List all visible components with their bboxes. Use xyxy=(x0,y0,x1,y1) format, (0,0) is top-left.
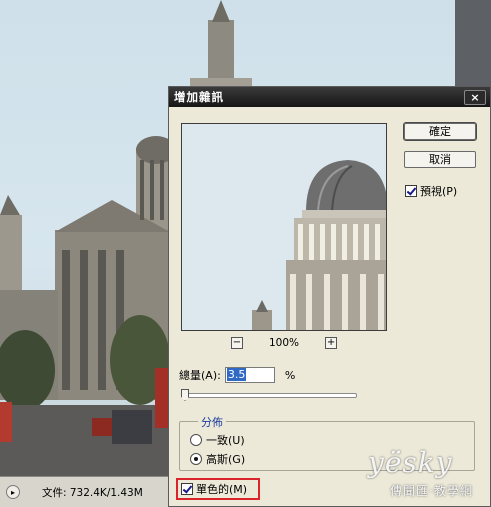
document-size-info: 文件: 732.4K/1.43M xyxy=(42,486,143,499)
close-button[interactable]: × xyxy=(464,89,486,105)
watermark-subtitle: 傳聞匯·教學網 xyxy=(390,484,473,498)
preview-checkbox[interactable] xyxy=(405,185,417,197)
amount-slider[interactable] xyxy=(181,389,357,401)
preview-label: 預視(P) xyxy=(420,185,458,198)
radio-gaussian-button[interactable] xyxy=(190,453,202,465)
site-watermark: yësky 傳聞匯·教學網 xyxy=(360,446,484,502)
monochromatic-toggle[interactable]: 單色的(M) xyxy=(176,478,260,500)
monochromatic-label: 單色的(M) xyxy=(196,483,248,496)
radio-gaussian-label: 高斯(G) xyxy=(206,453,246,466)
watermark-logo: yësky xyxy=(368,446,453,479)
slider-thumb[interactable] xyxy=(181,389,189,401)
preview-toggle[interactable]: 預視(P) xyxy=(405,183,457,199)
zoom-out-button[interactable]: − xyxy=(230,337,243,349)
radio-uniform-button[interactable] xyxy=(190,434,202,446)
cancel-button[interactable]: 取消 xyxy=(404,151,476,168)
zoom-in-button[interactable]: + xyxy=(325,337,338,349)
status-bar: ▸ 文件: 732.4K/1.43M xyxy=(0,476,170,507)
amount-unit: % xyxy=(284,368,296,382)
radio-gaussian[interactable]: 高斯(G) xyxy=(190,451,245,467)
dialog-titlebar[interactable]: 增加雜訊 × xyxy=(169,87,490,107)
ok-button[interactable]: 確定 xyxy=(403,122,477,141)
preview-pane[interactable] xyxy=(181,123,387,331)
amount-value: 3.5 xyxy=(226,368,247,381)
add-noise-dialog: 增加雜訊 × − 100% + 確定 取消 預視(P) 總量(A): 3.5 %… xyxy=(168,86,491,507)
preview-image xyxy=(182,124,386,330)
amount-label: 總量(A): xyxy=(179,369,221,382)
dialog-title: 增加雜訊 xyxy=(174,90,224,104)
zoom-level: 100% xyxy=(268,337,300,349)
radio-uniform[interactable]: 一致(U) xyxy=(190,432,245,448)
radio-uniform-label: 一致(U) xyxy=(206,434,245,447)
chevron-right-icon[interactable]: ▸ xyxy=(6,485,20,499)
monochromatic-checkbox[interactable] xyxy=(181,483,193,495)
distribution-legend: 分佈 xyxy=(198,414,226,430)
zoom-controls: − 100% + xyxy=(181,336,387,350)
amount-row: 總量(A): 3.5 % xyxy=(179,367,295,383)
amount-input[interactable]: 3.5 xyxy=(224,367,275,383)
